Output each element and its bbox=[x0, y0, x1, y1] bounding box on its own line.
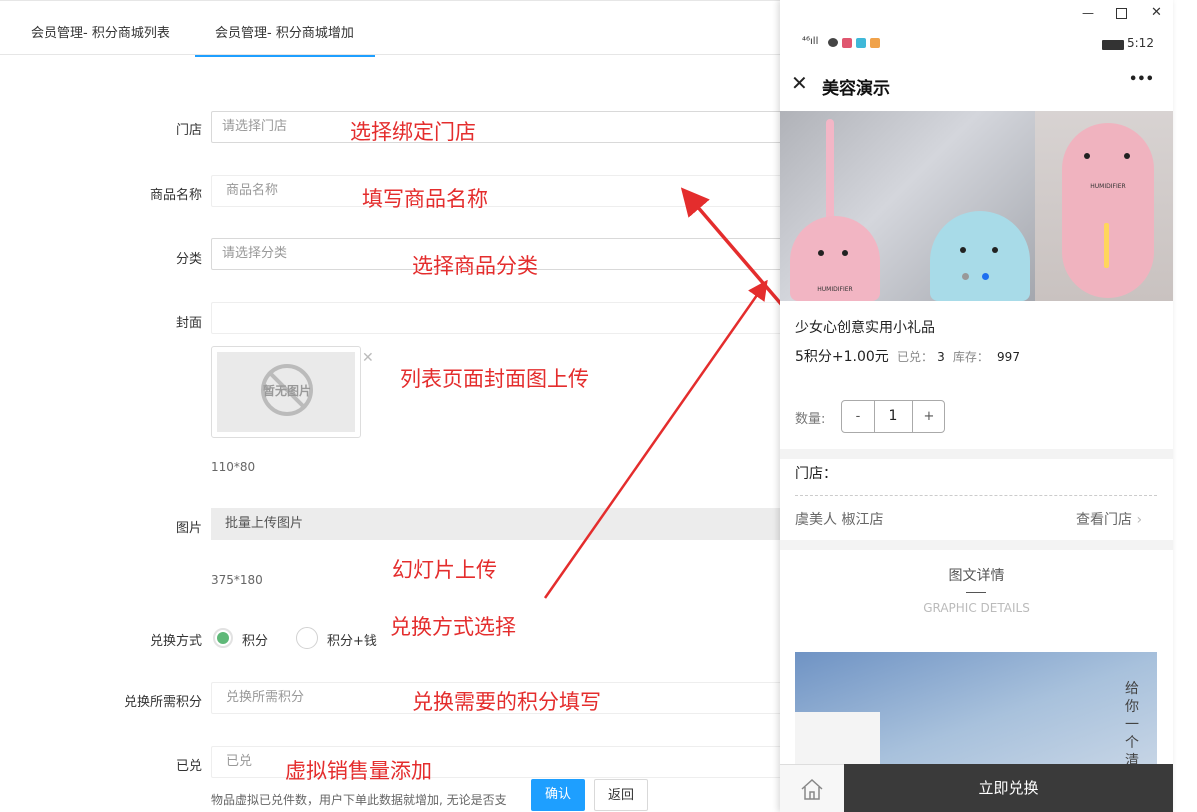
home-button[interactable] bbox=[780, 764, 844, 812]
section-divider-2 bbox=[780, 540, 1173, 550]
pink-tall-humidifier: HUMIDIFIER bbox=[1062, 123, 1154, 298]
chevron-right-icon: › bbox=[1136, 512, 1143, 528]
view-store-link[interactable]: 查看门店 › bbox=[1076, 509, 1142, 529]
blue-humidifier bbox=[930, 211, 1030, 301]
mini-program-nav: ✕ 美容演示 ••• bbox=[780, 58, 1173, 112]
close-icon[interactable]: ✕ bbox=[791, 71, 808, 95]
nav-title: 美容演示 bbox=[822, 79, 890, 99]
product-price: 5积分+1.00元 bbox=[795, 349, 889, 365]
pink-humidifier: HUMIDIFIER bbox=[790, 216, 880, 301]
quantity-stepper[interactable]: - 1 + bbox=[841, 400, 945, 433]
app-icon-orange bbox=[870, 38, 880, 48]
status-time: 5:12 bbox=[1127, 36, 1154, 50]
battery-icon bbox=[1102, 40, 1124, 50]
product-title: 少女心创意实用小礼品 bbox=[795, 320, 935, 336]
banner-dot-2[interactable] bbox=[982, 273, 989, 280]
details-title: 图文详情 bbox=[948, 568, 1005, 584]
store-dashed-divider bbox=[795, 495, 1157, 496]
qty-label: 数量: bbox=[795, 412, 826, 427]
maximize-icon[interactable] bbox=[1116, 8, 1127, 19]
details-image: 给你一个清 bbox=[795, 652, 1157, 772]
window-titlebar: — ✕ bbox=[780, 0, 1173, 30]
product-price-row: 5积分+1.00元 已兑： 3 库存： 997 bbox=[795, 346, 1020, 366]
qty-plus-button[interactable]: + bbox=[912, 401, 945, 432]
qty-minus-button[interactable]: - bbox=[842, 401, 875, 432]
product-banner[interactable]: HUMIDIFIER HUMIDIFIER bbox=[780, 111, 1173, 301]
redeem-now-button[interactable]: 立即兑换 bbox=[844, 764, 1173, 812]
store-name: 虞美人 椒江店 bbox=[795, 512, 884, 528]
banner-brand-text-2: HUMIDIFIER bbox=[1090, 183, 1126, 190]
home-icon bbox=[801, 778, 823, 800]
chat-icon bbox=[828, 38, 838, 47]
qty-value[interactable]: 1 bbox=[875, 401, 911, 432]
close-window-icon[interactable]: ✕ bbox=[1151, 5, 1162, 20]
section-divider-1 bbox=[780, 449, 1173, 459]
minimize-icon[interactable]: — bbox=[1082, 6, 1094, 20]
app-icon-blue bbox=[856, 38, 866, 48]
sold-label-mobile: 已兑： bbox=[896, 350, 933, 364]
app-icon-red bbox=[842, 38, 852, 48]
details-underline bbox=[966, 592, 986, 593]
stock-count: 997 bbox=[997, 350, 1020, 364]
sold-count: 3 bbox=[937, 350, 945, 364]
more-icon[interactable]: ••• bbox=[1129, 72, 1154, 87]
phone-preview-window: — ✕ ⁴⁶ıll 5:12 ✕ 美容演示 ••• HUMIDIFIER HUM… bbox=[780, 0, 1173, 812]
banner-dot-1[interactable] bbox=[962, 273, 969, 280]
stock-label: 库存： bbox=[952, 350, 989, 364]
store-title: 门店： bbox=[795, 466, 837, 482]
arrow-to-slides bbox=[543, 279, 768, 599]
status-bar: ⁴⁶ıll 5:12 bbox=[780, 30, 1173, 58]
banner-brand-text-1: HUMIDIFIER bbox=[817, 286, 853, 293]
details-image-laptop bbox=[795, 712, 880, 772]
details-image-text: 给你一个清 bbox=[1125, 681, 1139, 769]
details-subtitle: GRAPHIC DETAILS bbox=[923, 601, 1030, 615]
signal-text: ⁴⁶ıll bbox=[802, 36, 819, 47]
view-store-label: 查看门店 bbox=[1076, 512, 1132, 528]
